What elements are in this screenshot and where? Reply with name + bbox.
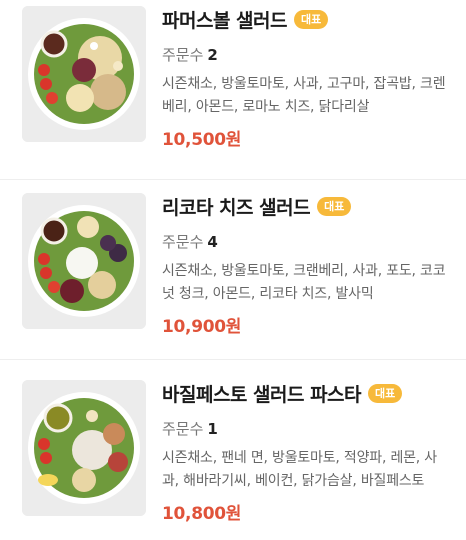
menu-list: 파머스볼 샐러드 대표 주문수 2 시즌채소, 방울토마토, 사과, 고구마, 잡… (0, 0, 466, 540)
menu-item-title: 리코타 치즈 샐러드 (162, 196, 311, 219)
menu-item-price: 10,800원 (162, 504, 242, 524)
salad-bowl-image (22, 380, 146, 516)
menu-item[interactable]: 파머스볼 샐러드 대표 주문수 2 시즌채소, 방울토마토, 사과, 고구마, 잡… (0, 0, 466, 180)
menu-item-image (22, 380, 146, 516)
salad-bowl-image (22, 6, 146, 142)
order-count: 주문수 4 (162, 231, 446, 251)
menu-item[interactable]: 바질페스토 샐러드 파스타 대표 주문수 1 시즌채소, 팬네 면, 방울토마토,… (0, 360, 466, 540)
menu-item[interactable]: 리코타 치즈 샐러드 대표 주문수 4 시즌채소, 방울토마토, 크랜베리, 사과… (0, 180, 466, 360)
representative-badge: 대표 (317, 196, 352, 216)
menu-item-image (22, 6, 146, 142)
order-count-value: 4 (207, 233, 218, 251)
menu-item-price: 10,500원 (162, 130, 242, 150)
menu-item-price: 10,900원 (162, 317, 242, 337)
order-count-value: 2 (207, 46, 218, 64)
menu-item-title: 파머스볼 샐러드 (162, 9, 287, 32)
order-count-label: 주문수 (162, 46, 204, 64)
menu-item-title: 바질페스토 샐러드 파스타 (162, 383, 362, 406)
salad-bowl-image (22, 193, 146, 329)
representative-badge: 대표 (293, 9, 329, 29)
representative-badge: 대표 (368, 383, 403, 403)
menu-item-description: 시즌채소, 팬네 면, 방울토마토, 적양파, 레몬, 사과, 해바라기씨, 베… (162, 450, 437, 489)
order-count-label: 주문수 (162, 233, 204, 251)
order-count: 주문수 1 (162, 418, 446, 438)
order-count: 주문수 2 (162, 44, 446, 64)
menu-item-description: 시즌채소, 방울토마토, 크랜베리, 사과, 포도, 코코넛 청크, 아몬드, … (162, 263, 446, 302)
menu-item-description: 시즌채소, 방울토마토, 사과, 고구마, 잡곡밥, 크렌베리, 아몬드, 로마… (162, 76, 446, 115)
order-count-label: 주문수 (162, 420, 204, 438)
menu-item-image (22, 193, 146, 329)
order-count-value: 1 (207, 420, 218, 438)
